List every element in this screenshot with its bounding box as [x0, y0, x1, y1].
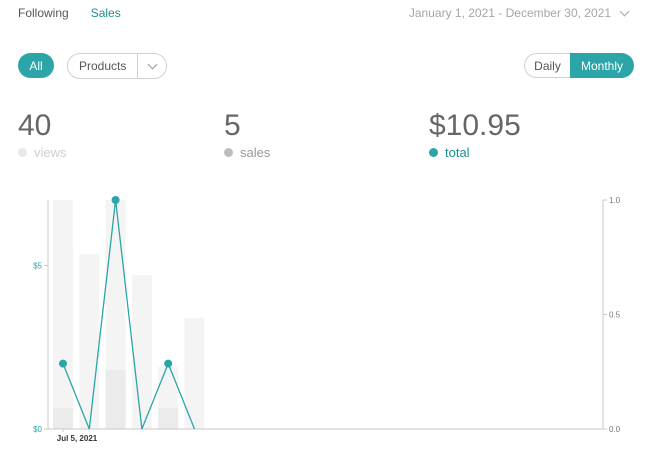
x-axis-tick-label: Jul 5, 2021 [57, 434, 98, 443]
right-axis-tick-label: 1.0 [609, 196, 621, 205]
views-bar [53, 200, 73, 429]
total-data-point [164, 359, 173, 368]
total-data-point [111, 196, 120, 204]
sales-bar [53, 407, 73, 429]
sales-bar [158, 407, 179, 429]
left-axis-tick-label: $0 [33, 425, 42, 434]
total-data-point [59, 359, 67, 368]
views-bar [131, 275, 152, 429]
right-axis-tick-label: 0.0 [609, 425, 621, 434]
left-axis-tick-label: $5 [33, 261, 42, 270]
right-axis-tick-label: 0.5 [609, 311, 621, 320]
sales-bar [105, 370, 126, 429]
views-bar [79, 253, 100, 429]
sales-chart: $0 $5 0.0 0.5 1.0 Jul 5, 2021 [33, 196, 621, 443]
